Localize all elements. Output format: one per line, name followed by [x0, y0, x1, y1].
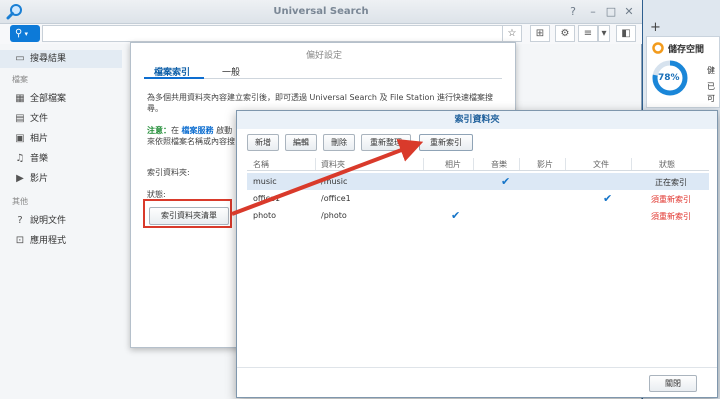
app-title: Universal Search	[273, 6, 369, 17]
help-icon: ?	[17, 215, 23, 226]
minimize-icon[interactable]: –	[586, 5, 600, 19]
footer-divider	[237, 367, 717, 368]
index-dialog-title: 索引資料夾	[237, 111, 717, 129]
column-header-photo[interactable]: 相片	[445, 159, 461, 170]
apps-icon: ⊡	[15, 235, 25, 246]
edit-button[interactable]: 編輯	[285, 134, 317, 151]
note-text-1: 在	[171, 126, 179, 135]
storage-widget: 儲存空間 78% 健 已 可	[646, 36, 720, 108]
sidebar-item-videos[interactable]: ▶ 影片	[0, 170, 122, 188]
section-files: 檔案	[12, 75, 28, 84]
storage-title: 儲存空間	[668, 45, 705, 55]
cell-folder: /office1	[321, 194, 351, 203]
maximize-icon[interactable]: □	[604, 5, 618, 19]
column-separator	[473, 158, 474, 170]
gear-icon[interactable]: ⚙	[555, 25, 575, 42]
sidebar-item-documents[interactable]: ▤ 文件	[0, 110, 122, 128]
sidebar-item-label: 文件	[30, 114, 49, 124]
cell-name: music	[253, 177, 277, 186]
cell-status: 須重新索引	[651, 195, 691, 204]
sidebar-item-label: 全部檔案	[30, 94, 67, 104]
video-icon: ▶	[16, 173, 24, 184]
column-separator	[565, 158, 566, 170]
cell-name: photo	[253, 211, 277, 220]
cell-status: 須重新索引	[651, 212, 691, 221]
sidebar-item-label: 應用程式	[30, 236, 67, 246]
sidebar-item-photos[interactable]: ▣ 相片	[0, 130, 122, 148]
menu-icon[interactable]: ≡	[578, 25, 598, 42]
check-icon[interactable]: ✔	[451, 209, 460, 222]
column-separator	[519, 158, 520, 170]
close-icon[interactable]: ✕	[622, 5, 636, 19]
column-header-doc[interactable]: 文件	[593, 159, 609, 170]
title-bar: Universal Search ? – □ ✕	[0, 0, 642, 24]
reindex-button[interactable]: 重新索引	[419, 134, 473, 151]
table-row[interactable]: music/music ✔ 正在索引	[247, 173, 709, 190]
add-widget-icon[interactable]: +	[650, 20, 661, 35]
check-icon[interactable]: ✔	[603, 192, 612, 205]
sidebar-item-label: 說明文件	[30, 216, 67, 226]
note-label: 注意：	[147, 126, 171, 135]
index-folder-label: 索引資料夾:	[147, 168, 190, 177]
sidebar-item-apps[interactable]: ⊡ 應用程式	[0, 232, 122, 250]
dropdown-icon: ▾	[22, 30, 29, 38]
storage-text-2: 已	[707, 82, 715, 91]
table-header: 名稱 資料夾 相片 音樂 影片 文件 狀態	[247, 157, 709, 171]
storage-percent: 78%	[658, 73, 680, 83]
highlight-box	[143, 199, 232, 228]
preferences-title: 偏好設定	[305, 51, 342, 61]
column-header-video[interactable]: 影片	[537, 159, 553, 170]
folder-search-icon[interactable]: ⊞	[530, 25, 550, 42]
toolbar: ⚲ ▾ ☆ ⊞ ⚙ ≡ ▾ ◧	[0, 24, 642, 44]
sidebar-item-all-files[interactable]: ▦ 全部檔案	[0, 90, 122, 108]
storage-text-1: 健	[707, 66, 715, 75]
star-icon[interactable]: ☆	[502, 25, 522, 42]
preferences-tabs: 檔案索引 一般	[144, 63, 502, 79]
sidebar-item-label: 影片	[30, 174, 49, 184]
column-separator	[631, 158, 632, 170]
help-icon[interactable]: ?	[566, 5, 580, 19]
file-services-link[interactable]: 檔案服務	[182, 126, 214, 135]
column-header-status[interactable]: 狀態	[659, 159, 675, 170]
sidebar-item-label: 搜尋結果	[30, 54, 67, 64]
column-header-music[interactable]: 音樂	[491, 159, 507, 170]
column-separator	[423, 158, 424, 170]
music-icon: ♫	[15, 153, 25, 164]
active-tab-indicator	[144, 77, 204, 79]
photo-icon: ▣	[15, 133, 25, 144]
column-header-folder[interactable]: 資料夾	[321, 159, 345, 170]
monitor-icon: ▭	[15, 53, 25, 64]
cell-folder: /photo	[321, 211, 347, 220]
column-separator	[315, 158, 316, 170]
document-icon: ▤	[15, 113, 25, 124]
close-button[interactable]: 關閉	[649, 375, 697, 392]
sidebar-item-music[interactable]: ♫ 音樂	[0, 150, 122, 168]
sidebar-item-label: 音樂	[30, 154, 49, 164]
cell-status: 正在索引	[655, 178, 687, 187]
sidebar: ▭ 搜尋結果 檔案 ▦ 全部檔案 ▤ 文件 ▣ 相片 ♫ 音樂 ▶ 影片 其他 …	[0, 44, 122, 399]
delete-button[interactable]: 刪除	[323, 134, 355, 151]
storage-text-3: 可	[707, 94, 715, 103]
search-type-button[interactable]: ⚲ ▾	[10, 25, 40, 42]
storage-icon	[652, 42, 664, 54]
sidebar-item-help[interactable]: ? 說明文件	[0, 212, 122, 230]
panel-toggle-icon[interactable]: ◧	[616, 25, 636, 42]
search-input[interactable]	[42, 25, 520, 42]
tab-general[interactable]: 一般	[222, 65, 240, 78]
cell-folder: /music	[321, 177, 348, 186]
table-row[interactable]: office1/office1 ✔ 須重新索引	[247, 190, 709, 207]
sidebar-item-search-results[interactable]: ▭ 搜尋結果	[0, 50, 122, 68]
note-text-2: 啟動	[216, 126, 233, 135]
column-header-name[interactable]: 名稱	[253, 159, 269, 170]
section-other: 其他	[12, 197, 28, 206]
check-icon[interactable]: ✔	[501, 175, 510, 188]
add-button[interactable]: 新增	[247, 134, 279, 151]
table-row[interactable]: photo/photo ✔ 須重新索引	[247, 207, 709, 224]
sidebar-item-label: 相片	[30, 134, 49, 144]
index-folder-dialog: 索引資料夾 新增 編輯 刪除 重新整理 重新索引 名稱 資料夾 相片 音樂 影片…	[236, 110, 718, 398]
grid-icon: ▦	[15, 93, 25, 104]
menu-dropdown-icon[interactable]: ▾	[598, 25, 610, 42]
refresh-button[interactable]: 重新整理	[361, 134, 411, 151]
cell-name: office1	[253, 194, 281, 203]
